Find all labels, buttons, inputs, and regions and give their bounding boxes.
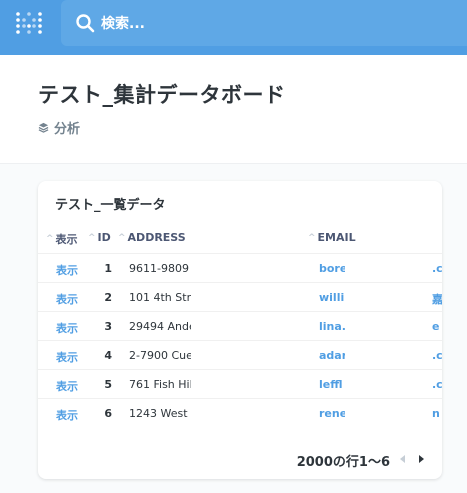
search-icon <box>76 14 95 33</box>
view-link[interactable]: 表示 <box>56 349 78 365</box>
table-row: 表示 2 101 4th Street willi 嘉 <box>38 282 442 312</box>
view-link[interactable]: 表示 <box>56 378 78 394</box>
column-header-address[interactable]: ^ ADDRESS <box>118 231 186 244</box>
view-link[interactable]: 表示 <box>56 320 78 336</box>
truncated-cell[interactable]: .c <box>432 349 442 362</box>
email-link[interactable]: leffl <box>319 378 345 391</box>
address-cell: 29494 Anderson <box>129 320 191 333</box>
table-row: 表示 6 1243 West Wh rene n <box>38 398 442 428</box>
view-link[interactable]: 表示 <box>56 407 78 423</box>
address-cell: 101 4th Street <box>129 291 191 304</box>
column-header-email[interactable]: ^ EMAIL <box>308 231 356 244</box>
collection-link[interactable]: 分析 <box>38 118 80 137</box>
sort-icon: ^ <box>308 232 316 243</box>
column-header-view[interactable]: ^ 表示 <box>46 231 78 247</box>
table-row: 表示 4 2-7900 Cuerno adar .c <box>38 340 442 370</box>
card-title[interactable]: テスト_一覧データ <box>55 194 166 213</box>
dashboard-header: テスト_集計データボード 分析 <box>0 55 467 164</box>
truncated-cell[interactable]: .c <box>432 262 442 275</box>
address-cell: 9611-9809 W <box>129 262 191 275</box>
id-cell: 6 <box>104 407 112 420</box>
sort-icon: ^ <box>118 232 126 243</box>
table-header: ^ 表示 ^ ID ^ ADDRESS ^ EMAIL <box>38 225 442 251</box>
search-input[interactable]: 検索... <box>101 13 145 33</box>
address-cell: 761 Fish Hill <box>129 378 191 391</box>
pagination: 2000の行1〜6 <box>38 443 442 473</box>
address-cell: 1243 West Wh <box>129 407 191 420</box>
collection-label: 分析 <box>54 122 81 137</box>
email-link[interactable]: willi <box>319 291 345 304</box>
truncated-cell[interactable]: 嘉 <box>432 291 442 307</box>
next-page-icon[interactable] <box>414 452 428 466</box>
id-cell: 3 <box>104 320 112 333</box>
table-card: テスト_一覧データ ^ 表示 ^ ID ^ ADDRESS ^ EMAIL 表示… <box>38 181 442 479</box>
email-link[interactable]: bore <box>319 262 345 275</box>
id-cell: 4 <box>104 349 112 362</box>
sort-icon: ^ <box>88 232 96 243</box>
sort-icon: ^ <box>46 234 54 244</box>
truncated-cell[interactable]: .c <box>432 378 442 391</box>
table-row: 表示 5 761 Fish Hill leffl .c <box>38 369 442 399</box>
view-link[interactable]: 表示 <box>56 262 78 278</box>
truncated-cell[interactable]: n <box>432 407 442 420</box>
page-title: テスト_集計データボード <box>38 83 286 107</box>
email-link[interactable]: lina. <box>319 320 345 333</box>
email-link[interactable]: adar <box>319 349 345 362</box>
pagination-label: 2000の行1〜6 <box>296 455 390 470</box>
id-cell: 2 <box>104 291 112 304</box>
table-row: 表示 1 9611-9809 W bore .c <box>38 253 442 283</box>
id-cell: 1 <box>104 262 112 275</box>
collection-icon <box>38 122 49 133</box>
truncated-cell[interactable]: e <box>432 320 442 333</box>
email-link[interactable]: rene <box>319 407 345 420</box>
search-bar[interactable]: 検索... <box>61 0 467 46</box>
metabase-logo-icon[interactable] <box>14 10 44 40</box>
view-link[interactable]: 表示 <box>56 291 78 307</box>
id-cell: 5 <box>104 378 112 391</box>
previous-page-icon[interactable] <box>396 452 410 466</box>
column-header-id[interactable]: ^ ID <box>88 231 111 244</box>
top-nav: 検索... <box>0 0 467 55</box>
table-row: 表示 3 29494 Anderson lina. e <box>38 311 442 341</box>
address-cell: 2-7900 Cuerno <box>129 349 191 362</box>
